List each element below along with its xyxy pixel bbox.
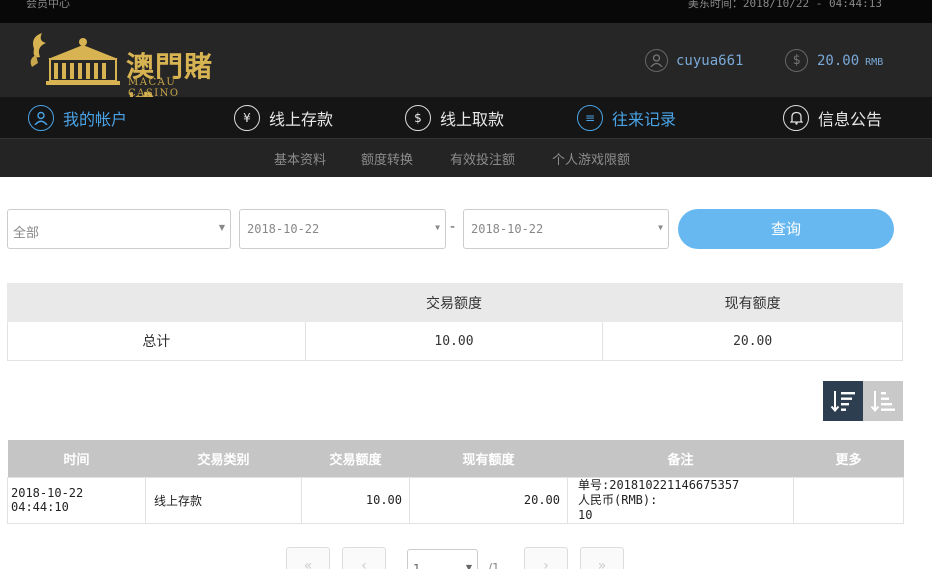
withdraw-icon: $ (405, 105, 431, 131)
eastern-time: 美东时间：2018/10/22 - 04:44:13 (687, 0, 882, 10)
cell-amount: 10.00 (301, 476, 410, 524)
user-info[interactable]: cuyua661 (645, 49, 743, 72)
cell-time: 2018-10-22 04:44:10 (7, 476, 146, 524)
logo-english-text: MACAU CASINO (128, 77, 180, 99)
chevron-down-icon: ▼ (218, 223, 225, 232)
chevron-down-icon: ▼ (435, 223, 440, 232)
header-remark: 备注 (567, 440, 794, 477)
next-page-button[interactable]: › (524, 547, 568, 569)
prev-page-button[interactable]: ‹ (342, 547, 386, 569)
nav-my-account[interactable]: 我的帐户 (28, 105, 127, 131)
summary-total-row: 总计 10.00 20.00 (7, 321, 903, 361)
cell-current: 20.00 (409, 476, 568, 524)
page-number: 1 (413, 562, 421, 569)
remark-currency: 人民币(RMB): (578, 492, 658, 507)
summary-header-current: 现有额度 (602, 283, 903, 322)
cell-type: 线上存款 (145, 476, 302, 524)
transaction-type-select[interactable]: 全部 ▼ (7, 209, 231, 249)
nav-announcements[interactable]: 信息公告 (783, 105, 882, 131)
dollar-icon: $ (785, 49, 808, 72)
date-separator: - (450, 219, 456, 235)
date-to-select[interactable]: 2018-10-22 ▼ (463, 209, 669, 249)
summary-table: 交易额度 现有额度 总计 10.00 20.00 (7, 283, 903, 361)
nav-online-deposit[interactable]: ¥ 线上存款 (234, 105, 333, 131)
nav-label: 往来记录 (612, 110, 677, 129)
records-header-row: 时间 交易类别 交易额度 现有额度 备注 更多 (7, 440, 904, 477)
nav-label: 线上取款 (440, 110, 505, 129)
header-current: 现有额度 (409, 440, 568, 477)
date-from-select[interactable]: 2018-10-22 ▼ (239, 209, 446, 249)
deposit-icon: ¥ (234, 105, 260, 131)
header-more: 更多 (793, 440, 904, 477)
subnav-valid-bets[interactable]: 有效投注额 (450, 149, 515, 168)
header: 澳門賭城 MACAU CASINO cuyua661 $ 20.00 RMB (0, 23, 932, 123)
nav-label: 信息公告 (818, 110, 883, 129)
table-row: 2018-10-22 04:44:10 线上存款 10.00 20.00 单号:… (7, 476, 904, 524)
casino-building-icon (30, 33, 120, 85)
user-circle-icon (28, 105, 54, 131)
balance-amount: 20.00 (817, 52, 860, 69)
remark-order-number: 单号:201810221146675357 (578, 477, 740, 492)
sort-ascending-button[interactable] (863, 381, 903, 421)
summary-header-amount: 交易额度 (304, 283, 604, 322)
sort-asc-icon (870, 391, 895, 413)
member-center-link[interactable]: 会员中心 (26, 0, 70, 11)
select-value: 全部 (13, 226, 40, 241)
balance-unit: RMB (865, 56, 884, 68)
sub-nav: 基本资料 额度转换 有效投注额 个人游戏限额 (0, 139, 932, 177)
header-time: 时间 (7, 440, 146, 477)
subnav-game-limits[interactable]: 个人游戏限额 (552, 149, 630, 168)
page-total: /1 (488, 561, 500, 569)
main-nav: 我的帐户 ¥ 线上存款 $ 线上取款 ≡ 往来记录 信息公告 (0, 97, 932, 139)
sort-desc-icon (830, 391, 855, 413)
summary-header-row: 交易额度 现有额度 (7, 283, 903, 322)
double-chevron-left-icon: « (303, 558, 313, 569)
query-button[interactable]: 查询 (678, 209, 894, 249)
nav-online-withdraw[interactable]: $ 线上取款 (405, 105, 504, 131)
subnav-credit-transfer[interactable]: 额度转换 (361, 149, 413, 168)
logo[interactable]: 澳門賭城 MACAU CASINO (28, 29, 228, 123)
summary-total-amount: 10.00 (304, 321, 604, 361)
double-chevron-right-icon: » (597, 558, 607, 569)
chevron-right-icon: › (543, 558, 549, 569)
select-value: 2018-10-22 (471, 222, 544, 236)
chevron-left-icon: ‹ (361, 558, 367, 569)
header-type: 交易类别 (145, 440, 302, 477)
last-page-button[interactable]: » (580, 547, 624, 569)
page-select[interactable]: 1 ▼ (407, 549, 478, 569)
header-amount: 交易额度 (301, 440, 410, 477)
records-table: 时间 交易类别 交易额度 现有额度 备注 更多 2018-10-22 04:44… (7, 440, 904, 524)
cell-remark: 单号:201810221146675357 人民币(RMB): 10 (567, 476, 794, 524)
summary-total-current: 20.00 (602, 321, 903, 361)
remark-value: 10 (578, 507, 593, 522)
nav-records[interactable]: ≡ 往来记录 (577, 105, 676, 131)
chevron-down-icon: ▼ (658, 223, 663, 232)
balance-info[interactable]: $ 20.00 RMB (785, 49, 883, 72)
first-page-button[interactable]: « (286, 547, 330, 569)
top-bar: 会员中心 美东时间：2018/10/22 - 04:44:13 (0, 0, 932, 23)
nav-label: 线上存款 (269, 110, 334, 129)
bell-icon (783, 105, 809, 131)
user-icon (645, 49, 668, 72)
username: cuyua661 (676, 52, 744, 69)
cell-more[interactable] (793, 476, 904, 524)
summary-header-empty (7, 283, 306, 322)
chevron-down-icon: ▼ (465, 563, 472, 569)
summary-total-label: 总计 (7, 321, 306, 361)
records-icon: ≡ (577, 105, 603, 131)
select-value: 2018-10-22 (247, 222, 320, 236)
nav-label: 我的帐户 (63, 110, 128, 129)
sort-descending-button[interactable] (823, 381, 863, 421)
subnav-basic-info[interactable]: 基本资料 (274, 149, 326, 168)
